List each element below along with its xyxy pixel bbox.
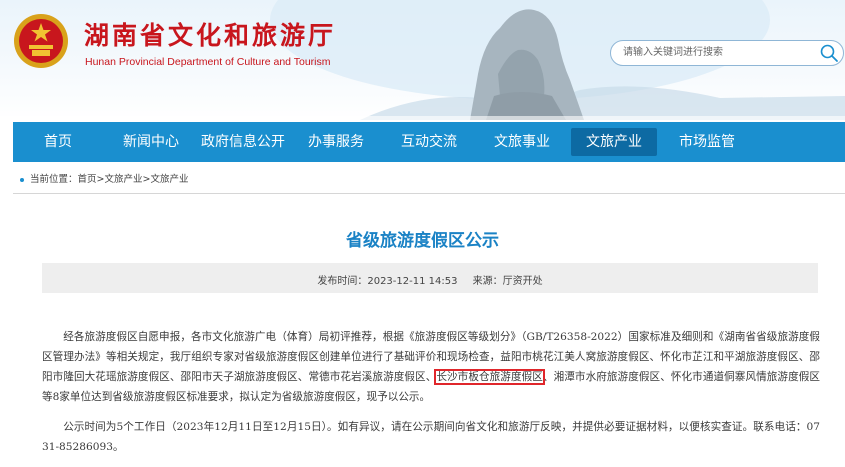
nav-item-news[interactable]: 新闻中心: [105, 122, 197, 162]
nav-item-interaction[interactable]: 互动交流: [383, 122, 475, 162]
search-input[interactable]: [623, 43, 803, 61]
source-label: 来源：: [472, 276, 503, 287]
nav-item-culture-industry[interactable]: 文旅产业: [571, 128, 657, 156]
main-nav: 首页 新闻中心 政府信息公开 办事服务 互动交流 文旅事业 文旅产业 市场监管: [13, 122, 845, 162]
breadcrumb: 当前位置：首页>文旅产业>文旅产业: [20, 171, 189, 187]
breadcrumb-level2-link[interactable]: 文旅产业: [150, 174, 188, 185]
breadcrumb-divider: [13, 193, 845, 194]
nav-item-culture-affairs[interactable]: 文旅事业: [476, 122, 568, 162]
site-header: 湖南省文化和旅游厅 Hunan Provincial Department of…: [0, 0, 845, 120]
publish-time: 发布时间：2023-12-11 14:53: [317, 276, 457, 287]
breadcrumb-level1-link[interactable]: 文旅产业: [105, 174, 143, 185]
national-emblem-icon: [14, 14, 68, 68]
breadcrumb-prefix: 当前位置：: [30, 174, 78, 185]
breadcrumb-bullet-icon: [20, 177, 24, 182]
nav-item-home[interactable]: 首页: [13, 122, 103, 162]
breadcrumb-separator: >: [96, 174, 105, 185]
article-meta-bar: 发布时间：2023-12-11 14:53 来源：厅资开处: [42, 263, 818, 293]
search-box: [610, 40, 844, 66]
nav-item-gov-info[interactable]: 政府信息公开: [197, 122, 289, 162]
breadcrumb-home-link[interactable]: 首页: [78, 174, 97, 185]
article-title: 省级旅游度假区公示: [346, 231, 499, 251]
article-paragraph: 经各旅游度假区自愿申报，各市文化旅游广电（体育）局初评推荐，根据《旅游度假区等级…: [42, 327, 820, 407]
paragraph-text: 公示时间为5个工作日（2023年12月11日至12月15日）。如有异议，请在公示…: [42, 421, 820, 453]
site-title: 湖南省文化和旅游厅: [84, 21, 337, 50]
article-paragraph: 公示时间为5个工作日（2023年12月11日至12月15日）。如有异议，请在公示…: [42, 417, 820, 457]
article-source: 来源：厅资开处: [473, 276, 543, 287]
publish-time-value: 2023-12-11 14:53: [367, 276, 458, 287]
publish-time-label: 发布时间：: [317, 276, 368, 287]
article-body: 经各旅游度假区自愿申报，各市文化旅游广电（体育）局初评推荐，根据《旅游度假区等级…: [42, 327, 820, 467]
highlighted-resort-name: 长沙市板仓旅游度假区: [434, 369, 545, 385]
site-subtitle-en: Hunan Provincial Department of Culture a…: [85, 56, 331, 68]
nav-item-market-regulation[interactable]: 市场监管: [661, 122, 753, 162]
source-value: 厅资开处: [502, 276, 543, 287]
nav-item-services[interactable]: 办事服务: [290, 122, 382, 162]
search-icon[interactable]: [819, 43, 839, 63]
